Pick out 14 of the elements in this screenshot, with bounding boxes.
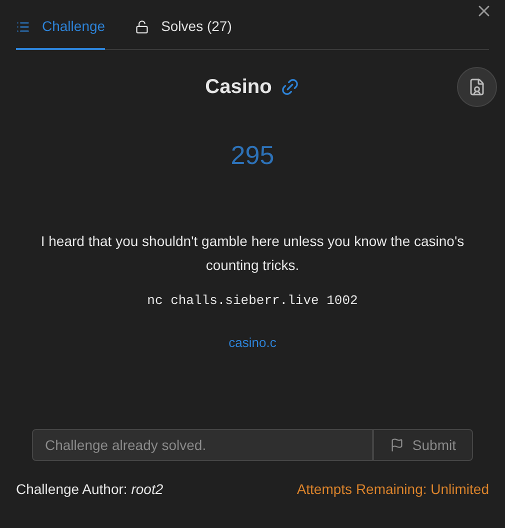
flag-icon: [390, 438, 404, 452]
tab[interactable]: Challenge: [16, 16, 106, 50]
attempts-remaining: Attempts Remaining: Unlimited: [296, 480, 489, 499]
file-link[interactable]: casino.c: [228, 332, 276, 352]
challenge-title: Casino: [205, 75, 272, 100]
challenge-author: Challenge Author: root2: [16, 480, 164, 499]
list-icon: [16, 20, 30, 34]
challenge-points: 295: [230, 139, 274, 172]
challenge-description: I heard that you shouldn't gamble here unless you know the casino's counting tricks.: [40, 232, 466, 275]
tab[interactable]: Solves (27): [135, 16, 232, 50]
unlock-icon: [135, 20, 150, 34]
connection-command: nc challs.sieberr.live 1002: [147, 292, 358, 310]
hint-button[interactable]: [457, 67, 497, 107]
document-person-icon: [468, 78, 486, 96]
